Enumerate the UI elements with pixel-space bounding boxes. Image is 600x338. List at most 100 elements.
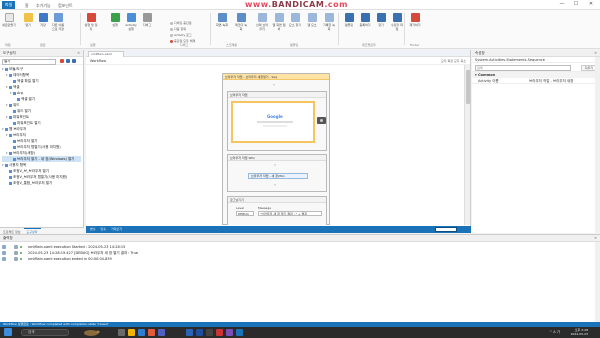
close-icon[interactable]: ✕ (594, 236, 597, 240)
clear-breakpoint-icon (170, 39, 173, 43)
group-label-template: 템플릿 (290, 43, 299, 47)
camera-icon[interactable] (317, 117, 326, 124)
save-button[interactable]: 저장 (36, 12, 50, 38)
toolbox-tree: ▾ 모듈/도구 ▾ 데이터항목 엑셀 파일 열기 ▾ 엑셀 ▾ Arp 엑셀 열기 ▾ 워드 워드 열기… (0, 65, 83, 187)
level-select[interactable]: DEBUG (236, 211, 254, 216)
app-icon[interactable] (226, 329, 233, 336)
property-value[interactable]: 브라우저 작업 - 브라우저 새창 (529, 78, 573, 84)
find-element-button[interactable]: 요소 찾기 (288, 12, 302, 38)
properties-search-row: 지우기 (472, 63, 600, 72)
message-input[interactable]: "브라우저 새 창 열기 결과 : " + 결과 (258, 211, 322, 216)
teams-icon[interactable] (158, 329, 165, 336)
start-icon[interactable] (4, 328, 12, 336)
close-icon[interactable]: ✕ (77, 51, 80, 55)
clear-output-icon[interactable] (2, 245, 6, 249)
sequence-activity[interactable]: 브라우저 작업 - 브라우저 새창열기 - Seq ▿ 브라우저 작업 Goog… (222, 73, 330, 225)
recorder-button[interactable]: 레코더 녹화 (234, 12, 248, 38)
search-template-button[interactable]: 찾기 (374, 12, 388, 38)
task-view-icon[interactable] (118, 329, 125, 336)
collapse-all-icon[interactable] (72, 59, 76, 63)
chrome-icon[interactable] (148, 329, 155, 336)
bandicam-icon[interactable] (216, 329, 223, 336)
copy-output-icon[interactable] (2, 251, 6, 255)
save-as-button[interactable]: 다른 이름으로 저장 (51, 12, 65, 38)
arguments-tab[interactable]: 인수 (101, 227, 107, 231)
designer-scrollbar[interactable] (464, 65, 470, 225)
open-button[interactable]: 열기 (21, 12, 35, 38)
activity-icon (13, 121, 16, 125)
debug-button[interactable]: 디버그 (140, 12, 154, 38)
vscode-icon[interactable] (186, 329, 193, 336)
save-output-icon[interactable] (2, 257, 6, 261)
chevron-down-icon: ▿ (273, 82, 276, 87)
activity-icon (5, 67, 8, 71)
open-browser-activity[interactable]: 브라우저 작업 - 새 창(Win (248, 173, 308, 179)
bug-icon (142, 13, 152, 22)
run-stop-button[interactable]: 실행 및 정지 (84, 12, 98, 38)
capture-icon (274, 13, 284, 22)
activity-icon (13, 139, 16, 143)
word-icon[interactable] (196, 329, 203, 336)
ribbon-next[interactable]: 다음 항목 (170, 27, 186, 32)
activity-run-button[interactable]: Activity 실행 (124, 12, 138, 38)
property-row[interactable]: Activity 이름 브라우저 작업 - 브라우저 새창 (472, 78, 600, 84)
ribbon-activity-log[interactable]: Activity 로그 (170, 33, 192, 38)
tab-addons[interactable]: 추가기능 (33, 2, 54, 9)
template-icon (344, 13, 354, 22)
run-button[interactable]: 실행 (108, 12, 122, 38)
breadcrumb: Workflow 모두 확장 모두 축소 (86, 57, 470, 65)
clock[interactable]: 오후 2:28 2024-05-23 (571, 328, 588, 336)
expand-collapse-links[interactable]: 모두 확장 모두 축소 (441, 59, 466, 63)
scroll-thumb[interactable] (466, 70, 470, 104)
output-panel: 출력창 ✕ xmlMain.xaml execution Started : 20… (0, 234, 600, 323)
new-button[interactable]: 새로만들기 (2, 12, 16, 38)
terminal-icon[interactable] (206, 329, 213, 336)
ribbon-breakpoint[interactable]: 디버깅 중단점 (170, 21, 192, 26)
screen-record-button[interactable]: 화면 녹화 (215, 12, 229, 38)
taskbar-search[interactable]: 검색 (21, 329, 69, 336)
register-button[interactable]: 등록하기 (358, 12, 372, 38)
toolbox-panel: 도구상자✕ ▾모듈/도구▾데이터항목엑셀 파일 열기▾엑셀▾Arp엑셀 열기▾워… (0, 50, 84, 234)
activity-icon (9, 73, 12, 77)
imports-tab[interactable]: 가져오기 (111, 227, 122, 231)
system-tray[interactable]: ^ A 가 (549, 330, 560, 335)
activity-icon (9, 85, 12, 89)
expand-all-icon[interactable] (66, 59, 70, 63)
maximize-button[interactable]: ☐ (569, 1, 583, 8)
log-icon (14, 245, 18, 249)
tab-file[interactable]: 파일 (2, 1, 16, 9)
browser-activity[interactable]: 브라우저 작업 Google (227, 91, 327, 151)
tab-components[interactable]: 컴포넌트 (55, 2, 76, 9)
breadcrumb-workflow[interactable]: Workflow (90, 59, 106, 63)
tab-home[interactable]: 홈 (22, 2, 32, 9)
sequence-title: 브라우저 작업 - 브라우저 새창열기 - Seq (223, 74, 329, 80)
close-button[interactable]: ✕ (584, 1, 598, 8)
properties-scrollbar[interactable] (595, 57, 600, 233)
edit-file-button[interactable]: 수정할 파일 (390, 12, 404, 38)
output-scrollbar[interactable] (595, 242, 600, 323)
toolbox-search-input[interactable] (2, 58, 56, 65)
toolbox-tree-label: 파워포인트 열기 (17, 121, 41, 125)
explorer-icon[interactable] (128, 329, 135, 336)
edge-icon[interactable] (138, 329, 145, 336)
web-element-button[interactable]: 웹 요소 (305, 12, 319, 38)
template-button[interactable]: 템플릿 (342, 12, 356, 38)
designer-canvas[interactable]: 브라우저 작업 - 브라우저 새창열기 - Seq ▿ 브라우저 작업 Goog… (86, 65, 464, 225)
toolbox-tree-label: Arp (17, 91, 24, 95)
ribbon-separator (404, 13, 405, 45)
close-icon[interactable]: ✕ (594, 51, 597, 55)
toolbox-tree-item[interactable]: 조정V_통합_브라우저 열기 (2, 180, 81, 186)
variables-tab[interactable]: 변수 (90, 227, 96, 231)
browser-select-button[interactable]: 선택 브라우저 (255, 12, 269, 38)
web-capture-button[interactable]: 웹 화면 캡처 (272, 12, 286, 38)
properties-search-input[interactable] (475, 65, 571, 71)
log-activity[interactable]: 로그남기기 Level Message DEBUG "브라우저 새 창 열기 결… (227, 196, 327, 225)
browser-seq-activity[interactable]: 브라우저 작업 SEQ ▿ 브라우저 작업 - 새 창(Win ▿ (227, 154, 327, 192)
rpa-studio-icon[interactable] (236, 329, 243, 336)
remove-button[interactable]: 제거하기 (408, 12, 422, 38)
recorded-button[interactable]: 기록한 녹화 (322, 12, 336, 38)
minimize-button[interactable]: — (555, 1, 569, 8)
clear-search-icon[interactable] (60, 59, 64, 63)
chevron-down-icon: ▿ (274, 162, 277, 167)
zoom-combo[interactable] (435, 227, 457, 232)
